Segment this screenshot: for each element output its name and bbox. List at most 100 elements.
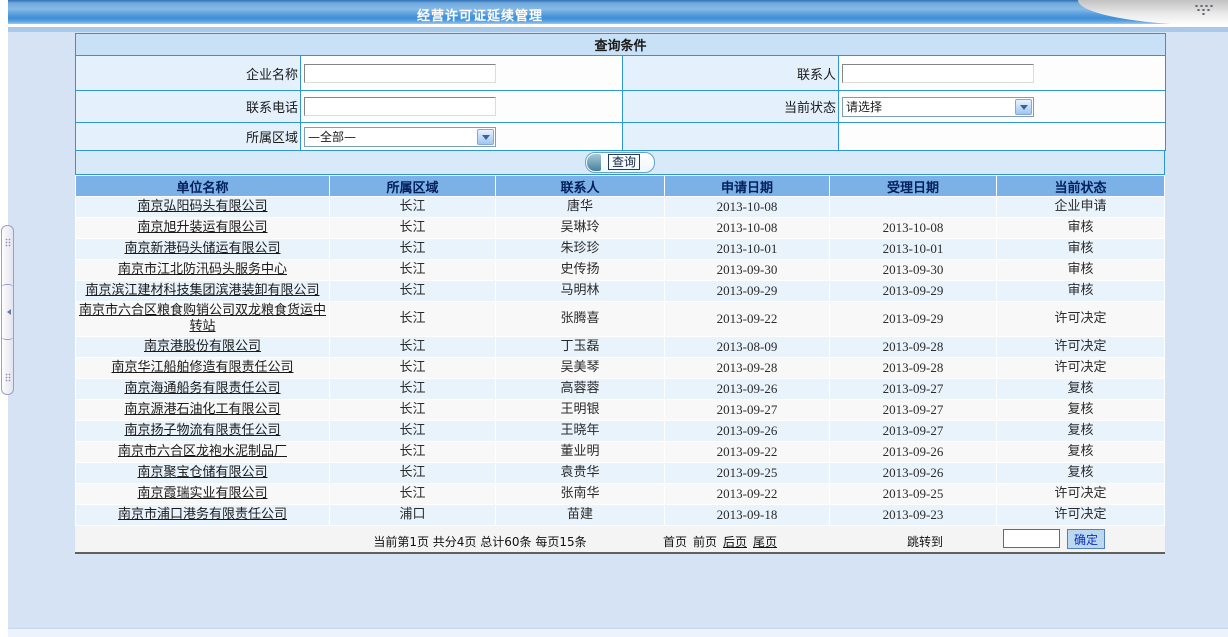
- apply-date-cell: 2013-09-22: [665, 484, 829, 504]
- enterprise-name-label: 企业名称: [76, 56, 301, 91]
- accept-date-cell: 2013-09-26: [830, 442, 996, 462]
- search-button-row: 查询: [75, 150, 1165, 175]
- bottom-strip: [0, 628, 1228, 637]
- apply-date-cell: 2013-09-22: [665, 302, 829, 336]
- company-link[interactable]: 南京弘阳码头有限公司: [137, 199, 267, 214]
- region-cell: 长江: [330, 463, 495, 483]
- empty-label-cell: [623, 123, 839, 151]
- region-select-value: —全部—: [308, 128, 477, 145]
- accept-date-cell: 2013-10-01: [830, 239, 996, 259]
- company-link[interactable]: 南京市江北防汛码头服务中心: [118, 262, 287, 277]
- status-cell: 许可决定: [997, 505, 1164, 525]
- phone-input[interactable]: [304, 97, 496, 116]
- table-header-row: 单位名称 所属区域 联系人 申请日期 受理日期 当前状态: [76, 176, 1164, 196]
- confirm-button[interactable]: 确定: [1067, 529, 1105, 549]
- company-link[interactable]: 南京市六合区龙袍水泥制品厂: [118, 444, 287, 459]
- accept-date-cell: 2013-10-08: [830, 218, 996, 238]
- prev-page-link[interactable]: 前页: [693, 535, 717, 549]
- company-link[interactable]: 南京滨江建材科技集团滨港装卸有限公司: [85, 283, 319, 298]
- col-header-apply-date: 申请日期: [665, 176, 829, 196]
- col-header-unit-name: 单位名称: [76, 176, 329, 196]
- table-row: 南京新港码头储运有限公司 长江 朱珍珍 2013-10-01 2013-10-0…: [76, 239, 1164, 259]
- jump-to-label: 跳转到: [907, 533, 943, 550]
- region-cell: 长江: [330, 358, 495, 378]
- col-header-region: 所属区域: [330, 176, 495, 196]
- table-row: 南京旭升装运有限公司 长江 吴琳玲 2013-10-08 2013-10-08 …: [76, 218, 1164, 238]
- table-row: 南京市六合区粮食购销公司双龙粮食货运中转站 长江 张腾喜 2013-09-22 …: [76, 302, 1164, 336]
- company-link[interactable]: 南京市六合区粮食购销公司双龙粮食货运中转站: [79, 303, 326, 334]
- status-cell: 复核: [997, 442, 1164, 462]
- region-select[interactable]: —全部—: [304, 127, 496, 147]
- region-cell: 长江: [330, 197, 495, 217]
- chevron-down-icon[interactable]: [477, 129, 494, 145]
- accept-date-cell: 2013-09-30: [830, 260, 996, 280]
- contact-cell: 张南华: [496, 484, 664, 504]
- results-table: 单位名称 所属区域 联系人 申请日期 受理日期 当前状态 南京弘阳码头有限公司 …: [75, 175, 1165, 554]
- region-cell: 长江: [330, 218, 495, 238]
- table-body: 南京弘阳码头有限公司 长江 唐华 2013-10-08 企业申请 南京旭升装运有…: [76, 197, 1164, 525]
- company-link[interactable]: 南京霞瑞实业有限公司: [137, 486, 267, 501]
- contact-cell: 苗建: [496, 505, 664, 525]
- contact-input[interactable]: [842, 64, 1034, 83]
- search-button[interactable]: 查询: [585, 152, 655, 173]
- region-cell: 长江: [330, 484, 495, 504]
- pagination-links: 首页前页后页尾页: [640, 533, 800, 550]
- chevron-down-icon[interactable]: [1015, 99, 1032, 115]
- accept-date-cell: 2013-09-27: [830, 421, 996, 441]
- query-form: 查询条件 企业名称 联系人 联系电话 当前状态 请选择: [75, 33, 1165, 151]
- dots-row: [1201, 13, 1206, 15]
- table-row: 南京聚宝仓储有限公司 长江 袁贵华 2013-09-25 2013-09-26 …: [76, 463, 1164, 483]
- status-cell: 审核: [997, 260, 1164, 280]
- company-link[interactable]: 南京源港石油化工有限公司: [124, 402, 280, 417]
- company-link[interactable]: 南京聚宝仓储有限公司: [137, 465, 267, 480]
- next-page-link[interactable]: 后页: [723, 535, 747, 549]
- region-cell: 长江: [330, 260, 495, 280]
- company-link[interactable]: 南京扬子物流有限责任公司: [124, 423, 280, 438]
- last-page-link[interactable]: 尾页: [753, 535, 777, 549]
- table-row: 南京港股份有限公司 长江 丁玉磊 2013-08-09 2013-09-28 许…: [76, 337, 1164, 357]
- contact-cell: 董业明: [496, 442, 664, 462]
- contact-cell: 袁贵华: [496, 463, 664, 483]
- search-button-label: 查询: [608, 154, 640, 170]
- license-renewal-page: 经营许可证延续管理 查询条件 企业名称 联系人 联系电话: [0, 0, 1228, 637]
- company-link[interactable]: 南京旭升装运有限公司: [137, 220, 267, 235]
- jump-page-input[interactable]: [1003, 529, 1060, 548]
- table-row: 南京源港石油化工有限公司 长江 王明银 2013-09-27 2013-09-2…: [76, 400, 1164, 420]
- table-row: 南京滨江建材科技集团滨港装卸有限公司 长江 马明林 2013-09-29 201…: [76, 281, 1164, 301]
- status-cell: 审核: [997, 281, 1164, 301]
- accept-date-cell: 2013-09-27: [830, 400, 996, 420]
- contact-cell: 史传扬: [496, 260, 664, 280]
- status-cell: 复核: [997, 421, 1164, 441]
- splitter-middle[interactable]: [1, 284, 14, 340]
- button-block-icon: [587, 154, 601, 171]
- contact-cell: 张腾喜: [496, 302, 664, 336]
- table-row: 南京华江船舶修造有限责任公司 长江 吴美琴 2013-09-28 2013-09…: [76, 358, 1164, 378]
- table-row: 南京扬子物流有限责任公司 长江 王晓年 2013-09-26 2013-09-2…: [76, 421, 1164, 441]
- region-cell: 长江: [330, 302, 495, 336]
- table-row: 南京霞瑞实业有限公司 长江 张南华 2013-09-22 2013-09-25 …: [76, 484, 1164, 504]
- apply-date-cell: 2013-10-08: [665, 197, 829, 217]
- col-header-contact: 联系人: [496, 176, 664, 196]
- apply-date-cell: 2013-08-09: [665, 337, 829, 357]
- region-cell: 长江: [330, 442, 495, 462]
- contact-cell: 高蓉蓉: [496, 379, 664, 399]
- company-link[interactable]: 南京新港码头储运有限公司: [124, 241, 280, 256]
- contact-cell: 朱珍珍: [496, 239, 664, 259]
- company-link[interactable]: 南京港股份有限公司: [144, 339, 261, 354]
- contact-cell: 王明银: [496, 400, 664, 420]
- col-header-accept-date: 受理日期: [830, 176, 996, 196]
- table-row: 南京市浦口港务有限责任公司 浦口 苗建 2013-09-18 2013-09-2…: [76, 505, 1164, 525]
- company-link[interactable]: 南京华江船舶修造有限责任公司: [111, 360, 293, 375]
- contact-cell: 丁玉磊: [496, 337, 664, 357]
- pagination-summary: 当前第1页 共分4页 总计60条 每页15条: [350, 533, 610, 550]
- status-cell: 许可决定: [997, 302, 1164, 336]
- apply-date-cell: 2013-09-28: [665, 358, 829, 378]
- table-row: 南京弘阳码头有限公司 长江 唐华 2013-10-08 企业申请: [76, 197, 1164, 217]
- panel-splitter-handle[interactable]: [1, 225, 14, 395]
- company-link[interactable]: 南京市浦口港务有限责任公司: [118, 507, 287, 522]
- company-link[interactable]: 南京海通船务有限责任公司: [124, 381, 280, 396]
- first-page-link[interactable]: 首页: [663, 535, 687, 549]
- apply-date-cell: 2013-09-26: [665, 421, 829, 441]
- enterprise-name-input[interactable]: [304, 64, 496, 83]
- status-select[interactable]: 请选择: [842, 97, 1034, 117]
